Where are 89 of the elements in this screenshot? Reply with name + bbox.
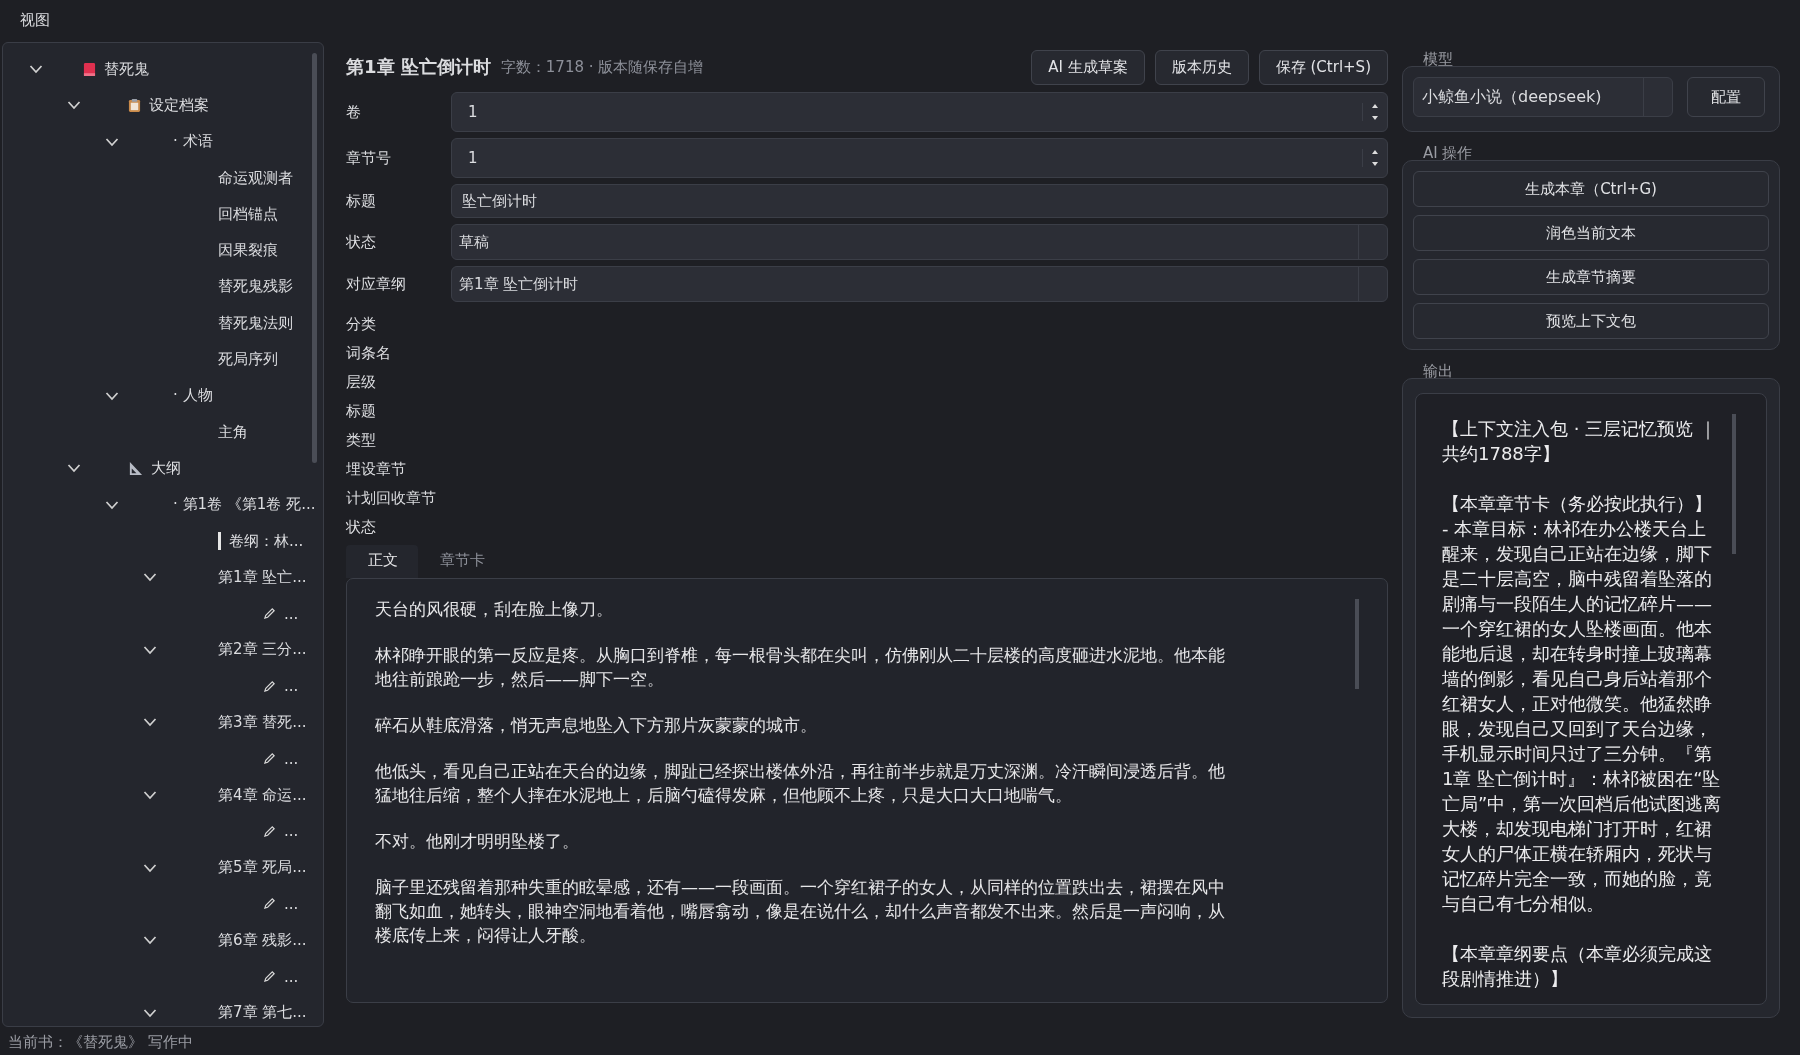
tree-item[interactable]: 第6章 残影...	[218, 930, 307, 950]
dropdown[interactable]: 第1章 坠亡倒计时	[451, 266, 1388, 302]
tree-item[interactable]: 因果裂痕	[218, 241, 278, 261]
scrollbar[interactable]	[1732, 414, 1736, 554]
tree-item[interactable]: 第2章 三分...	[218, 640, 307, 660]
chapter-title: 第1章 坠亡倒计时	[346, 55, 491, 79]
tree-item[interactable]: · 术语	[173, 132, 213, 152]
action-button[interactable]: 生成本章（Ctrl+G)	[1413, 171, 1769, 207]
tree-item[interactable]: 主角	[218, 422, 248, 442]
dropdown[interactable]: 草稿	[451, 224, 1388, 260]
tree-item[interactable]: ...	[284, 894, 299, 913]
tree-item[interactable]: 回档锚点	[218, 204, 278, 224]
output-text: 【本章章节卡（务必按此执行）】 - 本章目标：林祁在办公楼天台上醒来，发现自己正站在边缘，脚下是二十层高空，脑中残留着坠落的剧痛与一段陌生人的记忆碎片——一个穿红裙的女人坠楼画面。他本能地后退，却在转身时撞上玻璃幕墙的倒影，看见自己身后站着那个红裙女人，正对他微笑。他猛然睁眼，发现自己又回到了天台边缘，手机显示时间只过了三分钟。『第1章 坠亡倒计时』：林祁被困在“坠亡局”中，第一次回档后他试图逃离大楼，却发现电梯门打开时，红裙女人的尸体正横在轿厢内，死状与记忆碎片完全一致，而她的脸，竟与自己有七分相似。	[1442, 492, 1722, 916]
pencil-icon	[263, 824, 276, 838]
tree-item[interactable]: 第5章 死局...	[218, 858, 307, 878]
field-label: 层级	[346, 372, 377, 393]
paragraph: 不对。他刚才明明坠楼了。	[375, 830, 580, 853]
field-label: 埋设章节	[346, 459, 407, 480]
down-arrow-icon[interactable]	[1371, 115, 1379, 121]
tree-item[interactable]: 命运观测者	[218, 168, 293, 188]
paragraph: 碎石从鞋底滑落，悄无声息地坠入下方那片灰蒙蒙的城市。	[375, 714, 818, 737]
action-button[interactable]: 生成章节摘要	[1413, 259, 1769, 295]
up-arrow-icon[interactable]	[1371, 103, 1379, 109]
field-label: 状态	[346, 232, 377, 252]
field-label: 标题	[346, 401, 377, 422]
tree-item[interactable]: 第1章 坠亡...	[218, 567, 307, 587]
field-label: 章节号	[346, 148, 392, 168]
book-icon	[83, 61, 96, 77]
paragraph: 他低头，看见自己正站在天台的边缘，脚趾已经探出楼体外沿，再往前半步就是万丈深渊。冷汗瞬间浸透后背。他猛地往后缩，整个人摔在水泥地上，后脑勺磕得发麻，但他顾不上疼，只是大口大口地喘气。	[375, 760, 1225, 807]
scrollbar[interactable]	[312, 53, 317, 463]
group-title: 输出	[1423, 362, 1453, 381]
output-text: 【本章章纲要点（本章必须完成这段剧情推进）】	[1442, 942, 1713, 991]
paragraph: 林祁睁开眼的第一反应是疼。从胸口到脊椎，每一根骨头都在尖叫，仿佛刚从二十层楼的高度砸进水泥地。他本能地往前踉跄一步，然后——脚下一空。	[375, 644, 1225, 691]
tree-item[interactable]: 第7章 第七...	[218, 1003, 307, 1023]
config-button[interactable]: 配置	[1687, 77, 1765, 117]
tree-item[interactable]: ...	[284, 822, 299, 841]
field-label: 对应章纲	[346, 274, 407, 294]
tree-item[interactable]: 大纲	[151, 458, 181, 478]
pencil-icon	[263, 897, 276, 911]
spin-box[interactable]: 1	[451, 138, 1388, 178]
tab[interactable]: 章节卡	[418, 545, 505, 578]
down-arrow-icon[interactable]	[1371, 161, 1379, 167]
up-arrow-icon[interactable]	[1371, 149, 1379, 155]
pencil-icon	[263, 752, 276, 766]
model-dropdown[interactable]: 小鲸鱼小说（deepseek)	[1413, 77, 1673, 117]
pencil-icon	[263, 679, 276, 693]
tree-item[interactable]: ...	[284, 604, 299, 623]
field-label: 词条名	[346, 343, 392, 364]
tree-item[interactable]: 第4章 命运...	[218, 785, 307, 805]
tree-item[interactable]: 第3章 替死...	[218, 713, 307, 732]
text-field[interactable]: 坠亡倒计时	[451, 184, 1388, 218]
status-text: 当前书：《替死鬼》 写作中	[7, 1032, 194, 1053]
paragraph: 天台的风很硬，刮在脸上像刀。	[375, 598, 614, 621]
tree-item[interactable]: ...	[284, 677, 299, 696]
tree-item[interactable]: 死局序列	[218, 350, 278, 369]
field-label: 计划回收章节	[346, 488, 437, 509]
tree-item[interactable]: · 人物	[173, 386, 213, 406]
scrollbar[interactable]	[1355, 599, 1359, 689]
action-button[interactable]: 预览上下文包	[1413, 303, 1769, 339]
tree-item[interactable]: 替死鬼法则	[218, 313, 293, 333]
text-editor[interactable]	[346, 578, 1388, 1003]
menu-item[interactable]: 视图	[20, 10, 50, 30]
tree-item[interactable]: · 第1卷 《第1卷 死...	[173, 495, 316, 515]
spin-box[interactable]: 1	[451, 92, 1388, 132]
group-title: 模型	[1423, 50, 1453, 69]
toolbar-button[interactable]: 版本历史	[1154, 49, 1249, 85]
field-label: 标题	[346, 191, 377, 211]
field-label: 状态	[346, 517, 377, 538]
field-label: 卷	[346, 102, 362, 122]
tree-item[interactable]: 设定档案	[149, 95, 209, 115]
tree-item[interactable]: 卷纲：林...	[229, 531, 304, 551]
field-label: 类型	[346, 430, 377, 451]
bar-icon	[218, 532, 221, 550]
tree-item[interactable]: ...	[284, 749, 299, 768]
paragraph: 脑子里还残留着那种失重的眩晕感，还有——一段画面。一个穿红裙子的女人，从同样的位置跌出去，裙摆在风中翻飞如血，她转头，眼神空洞地看着他，嘴唇翕动，像是在说什么，却什么声音都发不出来。然后是一声闷响，从楼底传上来，闷得让人牙酸。	[375, 876, 1225, 947]
tree-item[interactable]: ...	[284, 967, 299, 986]
toolbar-button[interactable]: AI 生成草案	[1031, 49, 1145, 85]
tab[interactable]: 正文	[346, 545, 418, 578]
field-label: 分类	[346, 314, 377, 335]
toolbar-button[interactable]: 保存 (Ctrl+S)	[1258, 49, 1388, 85]
pencil-icon	[263, 970, 276, 984]
word-count: 字数：1718 · 版本随保存自增	[500, 57, 704, 77]
tree-item[interactable]: 替死鬼残影	[218, 277, 293, 297]
group-title: AI 操作	[1423, 144, 1473, 163]
clipboard-icon	[128, 97, 141, 113]
action-button[interactable]: 润色当前文本	[1413, 215, 1769, 251]
pencil-icon	[263, 607, 276, 621]
output-text: 【上下文注入包 · 三层记忆预览 ｜共约1788字】	[1442, 417, 1718, 466]
tree-item[interactable]: 替死鬼	[104, 59, 149, 79]
